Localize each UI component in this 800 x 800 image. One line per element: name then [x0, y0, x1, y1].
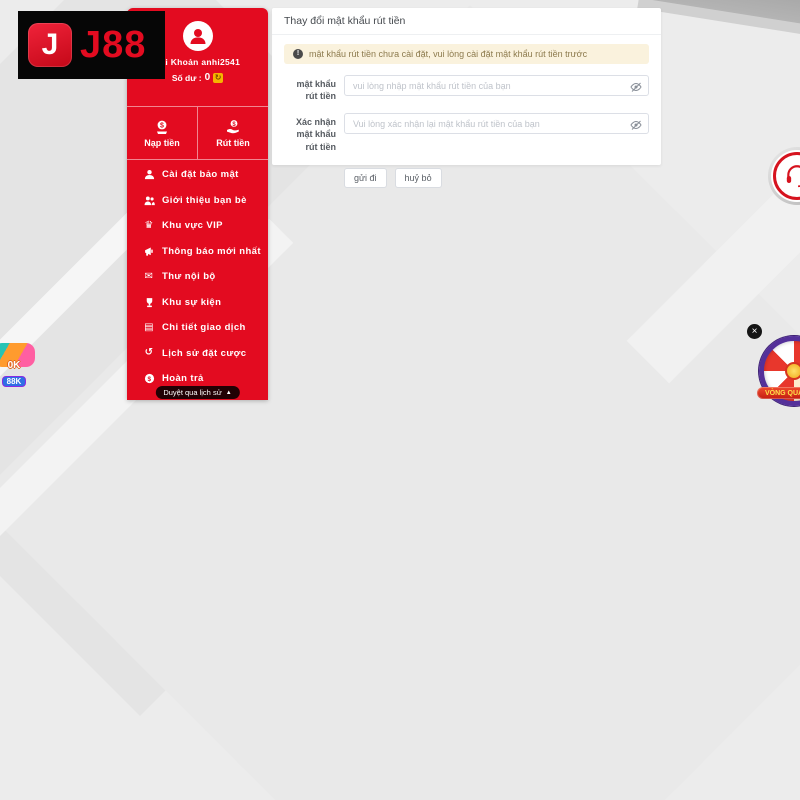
sidebar-item-refer-friends[interactable]: Giới thiệu bạn bè: [127, 188, 268, 214]
sidebar-item-betting-history[interactable]: ↺ Lịch sử đặt cược: [127, 341, 268, 367]
megaphone-icon: [143, 246, 155, 257]
receipt-icon: ▤: [144, 321, 154, 333]
balance-value: 0: [204, 72, 211, 83]
warning-alert: ! mật khẩu rút tiền chưa cài đặt, vui lò…: [284, 44, 649, 64]
alert-text: mật khẩu rút tiền chưa cài đặt, vui lòng…: [309, 49, 588, 59]
refresh-balance-icon[interactable]: ↻: [213, 72, 224, 83]
eye-off-icon[interactable]: [630, 118, 642, 131]
withdraw-label: Rút tiền: [216, 137, 250, 148]
balance-row: Số dư : 0 ↻: [171, 72, 224, 83]
sidebar-item-inbox[interactable]: ✉ Thư nội bộ: [127, 264, 268, 290]
menu-label: Thông báo mới nhất: [162, 245, 261, 257]
headset-icon: [786, 165, 800, 188]
password-field-label: mật khẩu rút tiền: [296, 79, 336, 102]
wallet-actions: $ Nạp tiền $ Rút tiền: [127, 107, 268, 160]
coin-deposit-icon: $: [157, 120, 167, 134]
svg-text:$: $: [147, 376, 151, 383]
menu-label: Khu sự kiện: [162, 296, 222, 308]
menu-label: Thư nội bộ: [162, 271, 216, 283]
user-icon: [190, 29, 205, 44]
promo-bottom-text: 88K: [1, 376, 27, 387]
brand-logo[interactable]: J J88: [18, 11, 165, 79]
tooltip-text: Duyệt qua lịch sử: [163, 388, 222, 397]
scroll-hint-tooltip: Duyệt qua lịch sử ▲: [155, 386, 240, 399]
confirm-password-field-label: Xác nhận mật khẩu rút tiền: [295, 117, 336, 152]
sidebar-menu: Cài đặt bảo mật Giới thiệu bạn bè ♛ Khu …: [127, 160, 268, 392]
coin-icon: $: [143, 373, 155, 384]
deposit-label: Nạp tiền: [144, 137, 180, 148]
hand-money-icon: $: [227, 119, 239, 133]
brand-logo-mark: J: [28, 23, 72, 67]
menu-label: Cài đặt bảo mật: [162, 169, 239, 181]
avatar[interactable]: [182, 21, 213, 51]
content-card: Thay đổi mật khẩu rút tiền ! mật khẩu rú…: [272, 8, 661, 188]
people-icon: [143, 195, 155, 206]
arrow-up-icon: ▲: [225, 389, 232, 396]
alert-icon: !: [293, 49, 303, 59]
form-buttons: gửi đi huỷ bỏ: [344, 167, 649, 188]
form-row-password: mật khẩu rút tiền: [284, 75, 649, 102]
brand-logo-text: J88: [80, 23, 147, 66]
promo-sticker[interactable]: 0K 88K: [0, 343, 38, 389]
sidebar-item-latest-announcements[interactable]: Thông báo mới nhất: [127, 239, 268, 265]
sidebar-item-transaction-details[interactable]: ▤ Chi tiết giao dịch: [127, 315, 268, 341]
sidebar-item-events[interactable]: Khu sự kiện: [127, 290, 268, 316]
menu-label: Khu vực VIP: [162, 220, 223, 232]
deposit-button[interactable]: $ Nạp tiền: [127, 107, 198, 159]
menu-label: Giới thiệu bạn bè: [162, 194, 247, 206]
balance-label: Số dư :: [171, 72, 202, 83]
eye-off-icon[interactable]: [630, 80, 642, 92]
wheel-hub: [785, 362, 800, 380]
promo-top-text: 0K: [7, 360, 21, 371]
svg-text:$: $: [160, 122, 164, 129]
bg-corner-wedge: [637, 0, 800, 56]
page-title: Thay đổi mật khẩu rút tiền: [272, 8, 661, 35]
envelope-icon: ✉: [144, 270, 154, 282]
history-icon: ↺: [144, 347, 154, 359]
withdraw-button[interactable]: $ Rút tiền: [198, 107, 268, 159]
lucky-wheel-banner[interactable]: VÒNG QUAY MAY MẮN: [757, 387, 800, 399]
account-name: Tài Khoản anhi2541: [154, 57, 241, 67]
support-247-badge[interactable]: 24/7: [768, 147, 800, 205]
trophy-icon: [143, 297, 155, 308]
sidebar-item-security-settings[interactable]: Cài đặt bảo mật: [127, 162, 268, 188]
crown-icon: ♛: [144, 219, 154, 231]
menu-label: Lịch sử đặt cược: [162, 347, 247, 359]
withdraw-password-input[interactable]: [344, 75, 649, 96]
sidebar-item-vip-area[interactable]: ♛ Khu vực VIP: [127, 213, 268, 239]
cancel-button[interactable]: huỷ bỏ: [394, 167, 442, 188]
menu-label: Chi tiết giao dịch: [162, 322, 246, 334]
form-row-confirm-password: Xác nhận mật khẩu rút tiền: [284, 113, 649, 152]
confirm-withdraw-password-input[interactable]: [344, 113, 649, 135]
close-promo-button[interactable]: ×: [747, 324, 762, 339]
menu-label: Hoàn trả: [162, 373, 204, 385]
user-gear-icon: [143, 169, 155, 180]
submit-button[interactable]: gửi đi: [344, 167, 387, 188]
